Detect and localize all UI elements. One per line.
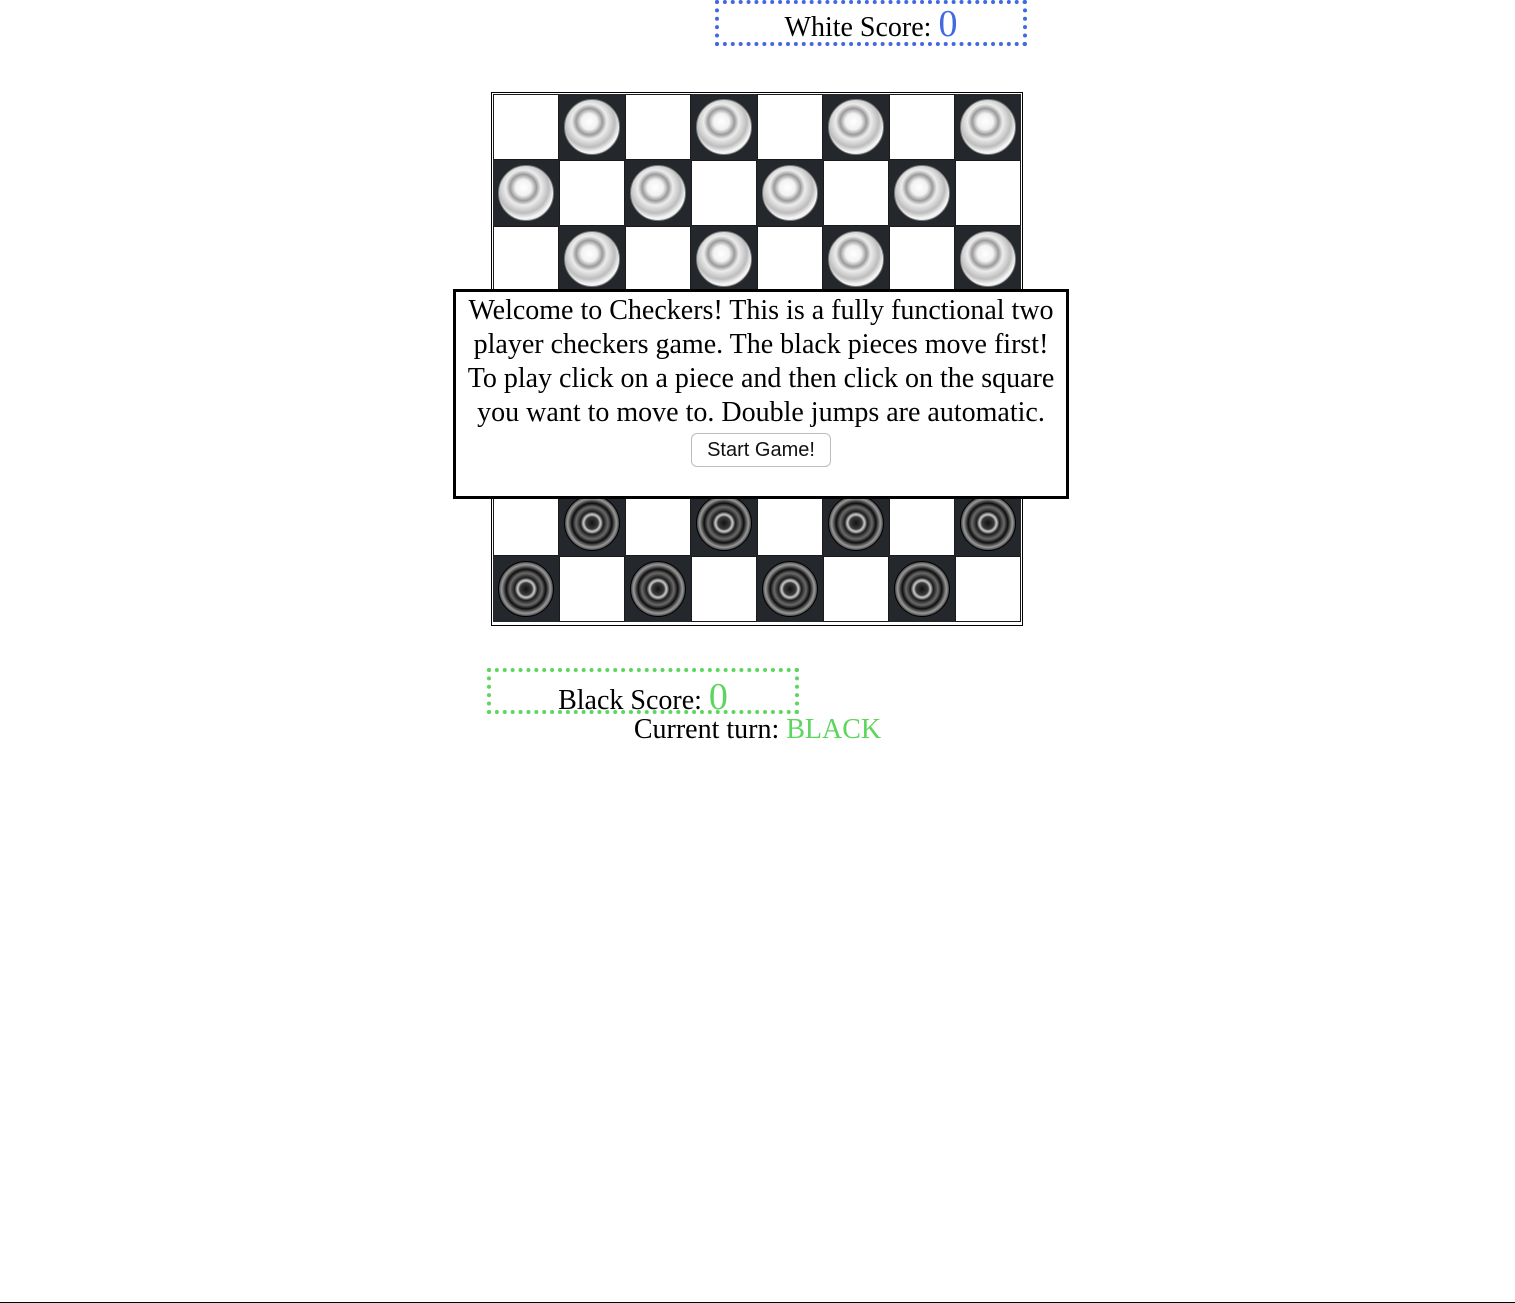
- white-checker-piece[interactable]: [828, 231, 884, 287]
- board-square-r7c0[interactable]: [493, 556, 559, 622]
- board-square-r6c5[interactable]: [823, 490, 889, 556]
- white-score-box: White Score: 0: [715, 0, 1027, 46]
- board-square-r0c7[interactable]: [955, 94, 1021, 160]
- white-checker-piece[interactable]: [762, 165, 818, 221]
- board-square-r7c2[interactable]: [625, 556, 691, 622]
- current-turn-value: BLACK: [786, 714, 882, 745]
- white-checker-piece[interactable]: [960, 99, 1016, 155]
- welcome-message: Welcome to Checkers! This is a fully fun…: [467, 295, 1055, 428]
- board-square-r6c2[interactable]: [625, 490, 691, 556]
- board-square-r1c7[interactable]: [955, 160, 1021, 226]
- board-square-r7c3[interactable]: [691, 556, 757, 622]
- board-square-r6c6[interactable]: [889, 490, 955, 556]
- board-square-r0c2[interactable]: [625, 94, 691, 160]
- board-square-r6c1[interactable]: [559, 490, 625, 556]
- board-square-r1c1[interactable]: [559, 160, 625, 226]
- checkers-page: White Score: 0 Welcome to Checkers! This…: [0, 0, 1515, 1303]
- white-score-label: White Score:: [784, 12, 939, 43]
- board-square-r6c3[interactable]: [691, 490, 757, 556]
- board-square-r6c0[interactable]: [493, 490, 559, 556]
- board-square-r7c5[interactable]: [823, 556, 889, 622]
- start-game-button[interactable]: Start Game!: [691, 433, 831, 467]
- board-square-r7c6[interactable]: [889, 556, 955, 622]
- white-checker-piece[interactable]: [498, 165, 554, 221]
- black-checker-piece[interactable]: [828, 495, 884, 551]
- white-checker-piece[interactable]: [828, 99, 884, 155]
- board-square-r2c0[interactable]: [493, 226, 559, 292]
- white-checker-piece[interactable]: [564, 99, 620, 155]
- current-turn-label: Current turn:: [633, 714, 787, 745]
- white-checker-piece[interactable]: [564, 231, 620, 287]
- black-checker-piece[interactable]: [630, 561, 686, 617]
- board-square-r1c6[interactable]: [889, 160, 955, 226]
- board-square-r2c4[interactable]: [757, 226, 823, 292]
- board-square-r2c5[interactable]: [823, 226, 889, 292]
- board-square-r6c7[interactable]: [955, 490, 1021, 556]
- white-checker-piece[interactable]: [630, 165, 686, 221]
- board-square-r7c4[interactable]: [757, 556, 823, 622]
- board-square-r1c2[interactable]: [625, 160, 691, 226]
- welcome-dialog: Welcome to Checkers! This is a fully fun…: [453, 289, 1069, 499]
- board-square-r6c4[interactable]: [757, 490, 823, 556]
- board-square-r0c0[interactable]: [493, 94, 559, 160]
- board-square-r1c5[interactable]: [823, 160, 889, 226]
- board-square-r7c1[interactable]: [559, 556, 625, 622]
- board-square-r7c7[interactable]: [955, 556, 1021, 622]
- board-square-r0c5[interactable]: [823, 94, 889, 160]
- board-square-r0c4[interactable]: [757, 94, 823, 160]
- board-square-r1c0[interactable]: [493, 160, 559, 226]
- board-square-r2c1[interactable]: [559, 226, 625, 292]
- black-checker-piece[interactable]: [696, 495, 752, 551]
- black-checker-piece[interactable]: [894, 561, 950, 617]
- board-square-r0c6[interactable]: [889, 94, 955, 160]
- current-turn: Current turn: BLACK: [0, 712, 1515, 748]
- board-square-r0c1[interactable]: [559, 94, 625, 160]
- black-checker-piece[interactable]: [498, 561, 554, 617]
- black-score-box: Black Score: 0: [487, 668, 799, 718]
- board-square-r2c2[interactable]: [625, 226, 691, 292]
- board-square-r1c3[interactable]: [691, 160, 757, 226]
- board-square-r0c3[interactable]: [691, 94, 757, 160]
- white-checker-piece[interactable]: [960, 231, 1016, 287]
- board-square-r2c6[interactable]: [889, 226, 955, 292]
- board-square-r2c7[interactable]: [955, 226, 1021, 292]
- black-checker-piece[interactable]: [564, 495, 620, 551]
- board-square-r2c3[interactable]: [691, 226, 757, 292]
- white-checker-piece[interactable]: [696, 231, 752, 287]
- white-checker-piece[interactable]: [696, 99, 752, 155]
- white-checker-piece[interactable]: [894, 165, 950, 221]
- white-score-value: 0: [938, 3, 958, 45]
- black-checker-piece[interactable]: [762, 561, 818, 617]
- black-checker-piece[interactable]: [960, 495, 1016, 551]
- board-square-r1c4[interactable]: [757, 160, 823, 226]
